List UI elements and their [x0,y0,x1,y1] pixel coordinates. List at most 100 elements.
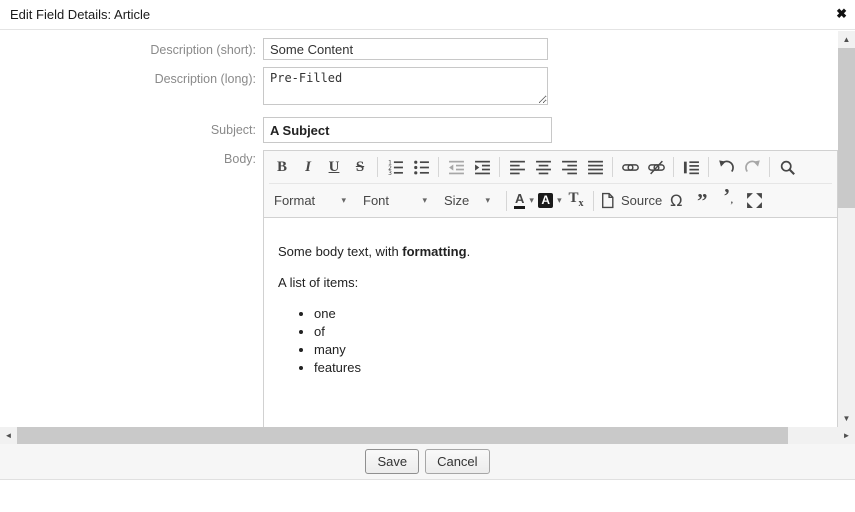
subject-input[interactable] [263,117,552,143]
maximize-button[interactable] [742,189,766,213]
redo-icon [744,159,761,176]
text-color-button[interactable]: A ▾ [512,189,536,213]
toolbar-separator [769,157,770,177]
special-character-icon: Ω [670,190,683,210]
background-color-button[interactable]: A ▾ [538,189,562,213]
unlink-icon [647,159,665,176]
align-center-icon [535,159,552,176]
scroll-down-button[interactable]: ▼ [838,410,855,427]
body-label: Body: [224,152,256,166]
remove-format-button[interactable]: Tx [564,189,588,213]
editor-toolbar: BIUS123 Format ▾ Font ▾ Size ▾ A ▾ A ▾ Tx Source Ω”’… [264,151,837,218]
chevron-down-icon: ▾ [557,195,562,205]
strikethrough-button[interactable]: S [348,155,372,179]
align-justify-button[interactable] [583,155,607,179]
numbered-list-button[interactable]: 123 [383,155,407,179]
arrow-left-icon: ◄ [4,431,13,440]
desc-short-label: Description (short): [150,43,256,57]
format-dropdown[interactable]: Format ▾ [270,189,350,213]
vertical-scrollbar[interactable]: ▲ ▼ [838,31,855,427]
outdent-button [444,155,468,179]
cancel-button[interactable]: Cancel [425,449,490,474]
horizontal-scrollbar[interactable]: ◄ ► [0,427,855,444]
block-quote-marks-icon: ” [696,188,708,213]
dialog-footer: Save Cancel [0,444,855,480]
horizontal-scroll-thumb[interactable] [17,427,788,444]
close-button[interactable]: ✖ [836,5,847,23]
blockquote-button[interactable] [679,155,703,179]
desc-long-textarea[interactable]: Pre-Filled [263,67,548,105]
toolbar-separator [377,157,378,177]
align-center-button[interactable] [531,155,555,179]
size-dropdown[interactable]: Size ▾ [440,189,494,213]
dialog-header: Edit Field Details: Article ✖ [0,0,855,30]
toolbar-separator [593,190,594,211]
align-left-button[interactable] [505,155,529,179]
source-button[interactable]: Source [599,189,662,213]
arrow-right-icon: ► [842,431,851,440]
link-button[interactable] [618,155,642,179]
scroll-left-button[interactable]: ◄ [0,427,17,444]
italic-button[interactable]: I [296,155,320,179]
align-justify-icon [587,159,604,176]
toolbar-separator [438,157,439,177]
scroll-right-button[interactable]: ► [838,427,855,444]
inline-quote-marks-button[interactable]: ’’ [716,185,740,213]
paragraph-text: Some body text, with [278,244,403,259]
align-right-button[interactable] [557,155,581,179]
special-character-button[interactable]: Ω [664,189,688,213]
chevron-down-icon: ▾ [529,195,534,205]
font-dropdown[interactable]: Font ▾ [359,189,431,213]
subject-label: Subject: [210,123,256,137]
chevron-down-icon: ▾ [485,195,490,205]
block-quote-marks-button[interactable]: ” [690,189,714,213]
source-doc-icon [599,192,616,209]
bold-button[interactable]: B [270,155,294,179]
link-icon [621,159,639,176]
toolbar-row-1: B I US 123 [269,151,832,184]
underline-button[interactable]: U [322,155,346,179]
desc-short-input[interactable] [263,38,548,60]
list-item: many [314,342,823,357]
desc-long-label: Description (long): [154,72,256,86]
text-color-icon: A [514,192,526,209]
unlink-button[interactable] [644,155,668,179]
undo-button[interactable] [714,155,738,179]
editor-paragraph: A list of items: [278,275,359,290]
indent-icon [474,159,491,176]
dialog-title: Edit Field Details: Article [10,7,151,22]
vertical-scroll-thumb[interactable] [838,48,855,208]
dialog-body: Description (short): Description (long):… [0,31,838,427]
edit-field-dialog: Edit Field Details: Article ✖ Descriptio… [0,0,855,512]
remove-format-icon: Tx [568,189,584,209]
toolbar-separator [612,157,613,177]
toolbar-separator [506,190,507,211]
toolbar-separator [673,157,674,177]
save-button[interactable]: Save [365,449,420,474]
find-icon [779,159,796,176]
bulleted-list-icon [413,159,430,176]
close-icon: ✖ [836,6,847,21]
list-item: features [314,360,823,375]
editor-paragraph: Some body text, with formatting. [278,244,823,259]
bold-text: formatting [402,244,467,259]
arrow-down-icon: ▼ [842,414,851,423]
size-dropdown-label: Size [444,193,470,208]
editor-content[interactable]: Some body text, with formatting. A list … [264,218,837,401]
align-left-icon [509,159,526,176]
chevron-down-icon: ▾ [341,195,346,205]
strikethrough-icon: S [355,159,365,175]
bulleted-list-button[interactable] [409,155,433,179]
align-right-icon [561,159,578,176]
find-button[interactable] [775,155,799,179]
indent-button[interactable] [470,155,494,179]
underline-icon: U [328,159,340,175]
redo-button [740,155,764,179]
blockquote-icon [683,159,700,176]
scroll-up-button[interactable]: ▲ [838,31,855,48]
undo-icon [718,159,735,176]
source-button-label: Source [621,193,663,208]
toolbar-separator [499,157,500,177]
svg-text:3: 3 [388,170,392,176]
font-dropdown-label: Font [363,193,390,208]
